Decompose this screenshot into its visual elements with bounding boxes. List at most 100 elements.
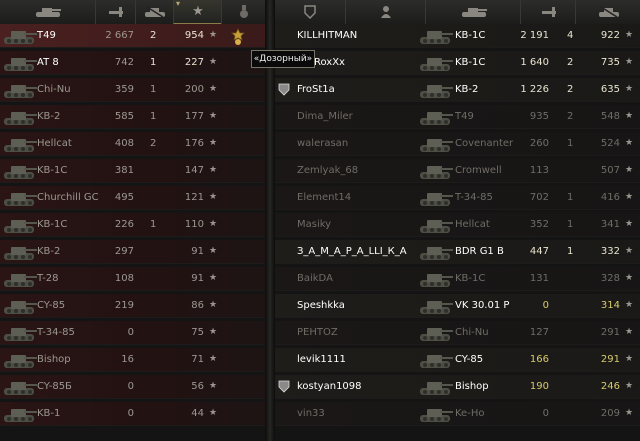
tank-thumbnail-icon: [418, 26, 454, 45]
xp-value: 91: [191, 246, 204, 257]
badge-column-header[interactable]: [275, 0, 345, 24]
xp-column-header[interactable]: ▾ ★: [173, 0, 222, 24]
star-icon: ★: [625, 408, 634, 418]
damage-value: 352: [529, 219, 549, 230]
tank-name: Hellcat: [37, 138, 72, 149]
left-team-row[interactable]: KB-2 585 1 177 ★: [0, 105, 265, 129]
badge-icon: [304, 5, 316, 19]
left-team-row[interactable]: T-34-85 0 75 ★: [0, 321, 265, 345]
damage-value: 219: [114, 300, 134, 311]
left-team-row[interactable]: CY-85 219 86 ★: [0, 294, 265, 318]
left-team-row[interactable]: AT 8 742 1 227 ★: [0, 51, 265, 75]
tank-name: KB-2: [37, 111, 61, 122]
xp-value: 341: [600, 219, 620, 230]
right-team-row[interactable]: PEHTOZ Chi-Nu 127 291 ★: [275, 321, 640, 345]
right-team-row[interactable]: FroSt1a KB-2 1 226 2 635 ★: [275, 78, 640, 102]
tank-thumbnail-icon: [418, 107, 454, 126]
left-team-row[interactable]: Churchill GC 495 121 ★: [0, 186, 265, 210]
tank-thumbnail-icon: [418, 134, 454, 153]
right-team-row[interactable]: Speshkka VK 30.01 P 0 314 ★: [275, 294, 640, 318]
player-name: Zemlyak_68: [297, 165, 359, 176]
damage-value: 0: [542, 408, 549, 419]
star-icon: ★: [209, 111, 218, 121]
left-team-row[interactable]: T-28 108 91 ★: [0, 267, 265, 291]
damage-column-header-right[interactable]: [520, 0, 576, 24]
player-name: Masiky: [297, 219, 332, 230]
star-icon: ★: [625, 165, 634, 175]
right-team-row[interactable]: Masiky Hellcat 352 1 341 ★: [275, 213, 640, 237]
xp-value: 507: [600, 165, 620, 176]
right-team-row[interactable]: Element14 T-34-85 702 1 416 ★: [275, 186, 640, 210]
player-name: PEHTOZ: [297, 327, 338, 338]
star-icon: ★: [625, 192, 634, 202]
left-team-row[interactable]: KB-2 297 91 ★: [0, 240, 265, 264]
right-team-row[interactable]: ArPRoxXx KB-1C 1 640 2 735 ★: [275, 51, 640, 75]
right-team-row[interactable]: KILLHITMAN KB-1C 2 191 4 922 ★: [275, 24, 640, 48]
left-header: ▾ ★: [0, 0, 265, 25]
star-icon: ★: [209, 354, 218, 364]
kills-tank-icon: [598, 6, 619, 18]
medal-icon[interactable]: [230, 28, 246, 46]
star-icon: ★: [625, 273, 634, 283]
tank-thumbnail-icon: [2, 161, 38, 180]
player-name: KILLHITMAN: [297, 30, 358, 41]
tank-name: CY-85Б: [37, 381, 72, 392]
tank-name: Covenanter: [455, 138, 514, 149]
xp-value: 44: [191, 408, 204, 419]
kills-value: 2: [150, 30, 157, 41]
left-team-row[interactable]: Chi-Nu 359 1 200 ★: [0, 78, 265, 102]
tank-name: Ke-Ho: [455, 408, 485, 419]
kills-tank-icon: [145, 6, 165, 18]
right-team-row[interactable]: Zemlyak_68 Cromwell 113 507 ★: [275, 159, 640, 183]
player-name: levik1111: [297, 354, 346, 365]
kills-value: 2: [567, 57, 574, 68]
tank-name: Bishop: [37, 354, 71, 365]
kills-column-header[interactable]: [135, 0, 174, 24]
right-team-row[interactable]: З_А_М_А_Р_А_LLI_К_А BDR G1 B 447 1 332 ★: [275, 240, 640, 264]
tank-column-header[interactable]: [0, 0, 95, 24]
medal-column-header[interactable]: [221, 0, 266, 24]
left-team-row[interactable]: KB-1C 381 147 ★: [0, 159, 265, 183]
right-team-row[interactable]: walerasan Covenanter 260 1 524 ★: [275, 132, 640, 156]
left-team-row[interactable]: CY-85Б 0 56 ★: [0, 375, 265, 399]
star-icon: ★: [209, 327, 218, 337]
kills-value: 2: [150, 138, 157, 149]
player-name: З_А_М_А_Р_А_LLI_К_А: [297, 246, 407, 257]
xp-value: 635: [600, 84, 620, 95]
xp-value: 735: [600, 57, 620, 68]
tank-name: VK 30.01 P: [455, 300, 510, 311]
right-team-row[interactable]: Dima_Miler T49 935 2 548 ★: [275, 105, 640, 129]
xp-value: 110: [184, 219, 204, 230]
damage-column-header[interactable]: [95, 0, 136, 24]
tank-thumbnail-icon: [2, 134, 38, 153]
tank-name: KB-1C: [37, 219, 68, 230]
star-icon: ★: [625, 30, 634, 40]
tank-column-header-right[interactable]: [425, 0, 521, 24]
xp-value: 246: [600, 381, 620, 392]
left-team-row[interactable]: Hellcat 408 2 176 ★: [0, 132, 265, 156]
right-team-row[interactable]: levik1111 CY-85 166 291 ★: [275, 348, 640, 372]
player-name: Speshkka: [297, 300, 345, 311]
kills-column-header-right[interactable]: [575, 0, 640, 24]
left-team-row[interactable]: Bishop 16 71 ★: [0, 348, 265, 372]
left-team-row[interactable]: KB-1C 226 1 110 ★: [0, 213, 265, 237]
kills-value: 1: [567, 246, 574, 257]
tank-thumbnail-icon: [2, 377, 38, 396]
badge-icon: [278, 380, 290, 393]
tank-thumbnail-icon: [2, 53, 38, 72]
damage-value: 1 226: [520, 84, 549, 95]
right-team-row[interactable]: vin33 Ke-Ho 0 209 ★: [275, 402, 640, 426]
tank-name: CY-85: [455, 354, 484, 365]
star-icon: ★: [625, 300, 634, 310]
tank-thumbnail-icon: [2, 350, 38, 369]
right-team-row[interactable]: kostyan1098 Bishop 190 246 ★: [275, 375, 640, 399]
tank-thumbnail-icon: [418, 53, 454, 72]
tank-thumbnail-icon: [2, 269, 38, 288]
left-team-row[interactable]: T49 2 667 2 954 ★: [0, 24, 265, 48]
player-column-header[interactable]: [345, 0, 426, 24]
left-team-row[interactable]: KB-1 0 44 ★: [0, 402, 265, 426]
star-icon: ★: [625, 381, 634, 391]
right-team-row[interactable]: BaikDA KB-1C 131 328 ★: [275, 267, 640, 291]
player-name: Element14: [297, 192, 352, 203]
damage-value: 260: [529, 138, 549, 149]
